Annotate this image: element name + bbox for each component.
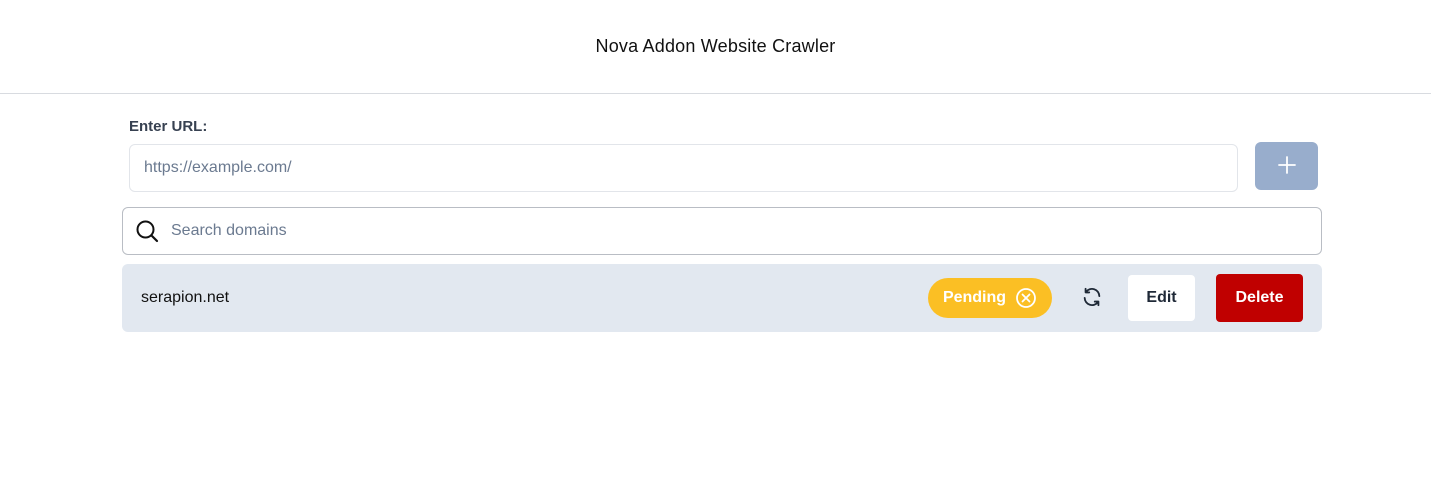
status-label: Pending bbox=[942, 289, 1007, 306]
refresh-button[interactable] bbox=[1076, 282, 1108, 314]
add-url-button[interactable] bbox=[1255, 142, 1318, 190]
search-icon bbox=[123, 208, 171, 254]
status-badge: Pending bbox=[928, 278, 1052, 318]
search-box bbox=[122, 207, 1322, 255]
domain-list-item: serapion.net Pending Edit Delete bbox=[122, 264, 1322, 332]
edit-button[interactable]: Edit bbox=[1128, 275, 1195, 321]
delete-button[interactable]: Delete bbox=[1216, 274, 1303, 322]
plus-icon bbox=[1277, 155, 1297, 178]
domain-name: serapion.net bbox=[141, 289, 230, 306]
app-header: Nova Addon Website Crawler bbox=[0, 0, 1431, 94]
refresh-icon bbox=[1081, 286, 1103, 311]
url-input[interactable] bbox=[129, 144, 1238, 192]
cancel-circle-icon[interactable] bbox=[1015, 287, 1037, 309]
search-input[interactable] bbox=[171, 209, 1321, 253]
url-label: Enter URL: bbox=[129, 118, 208, 135]
page-title: Nova Addon Website Crawler bbox=[595, 36, 836, 56]
